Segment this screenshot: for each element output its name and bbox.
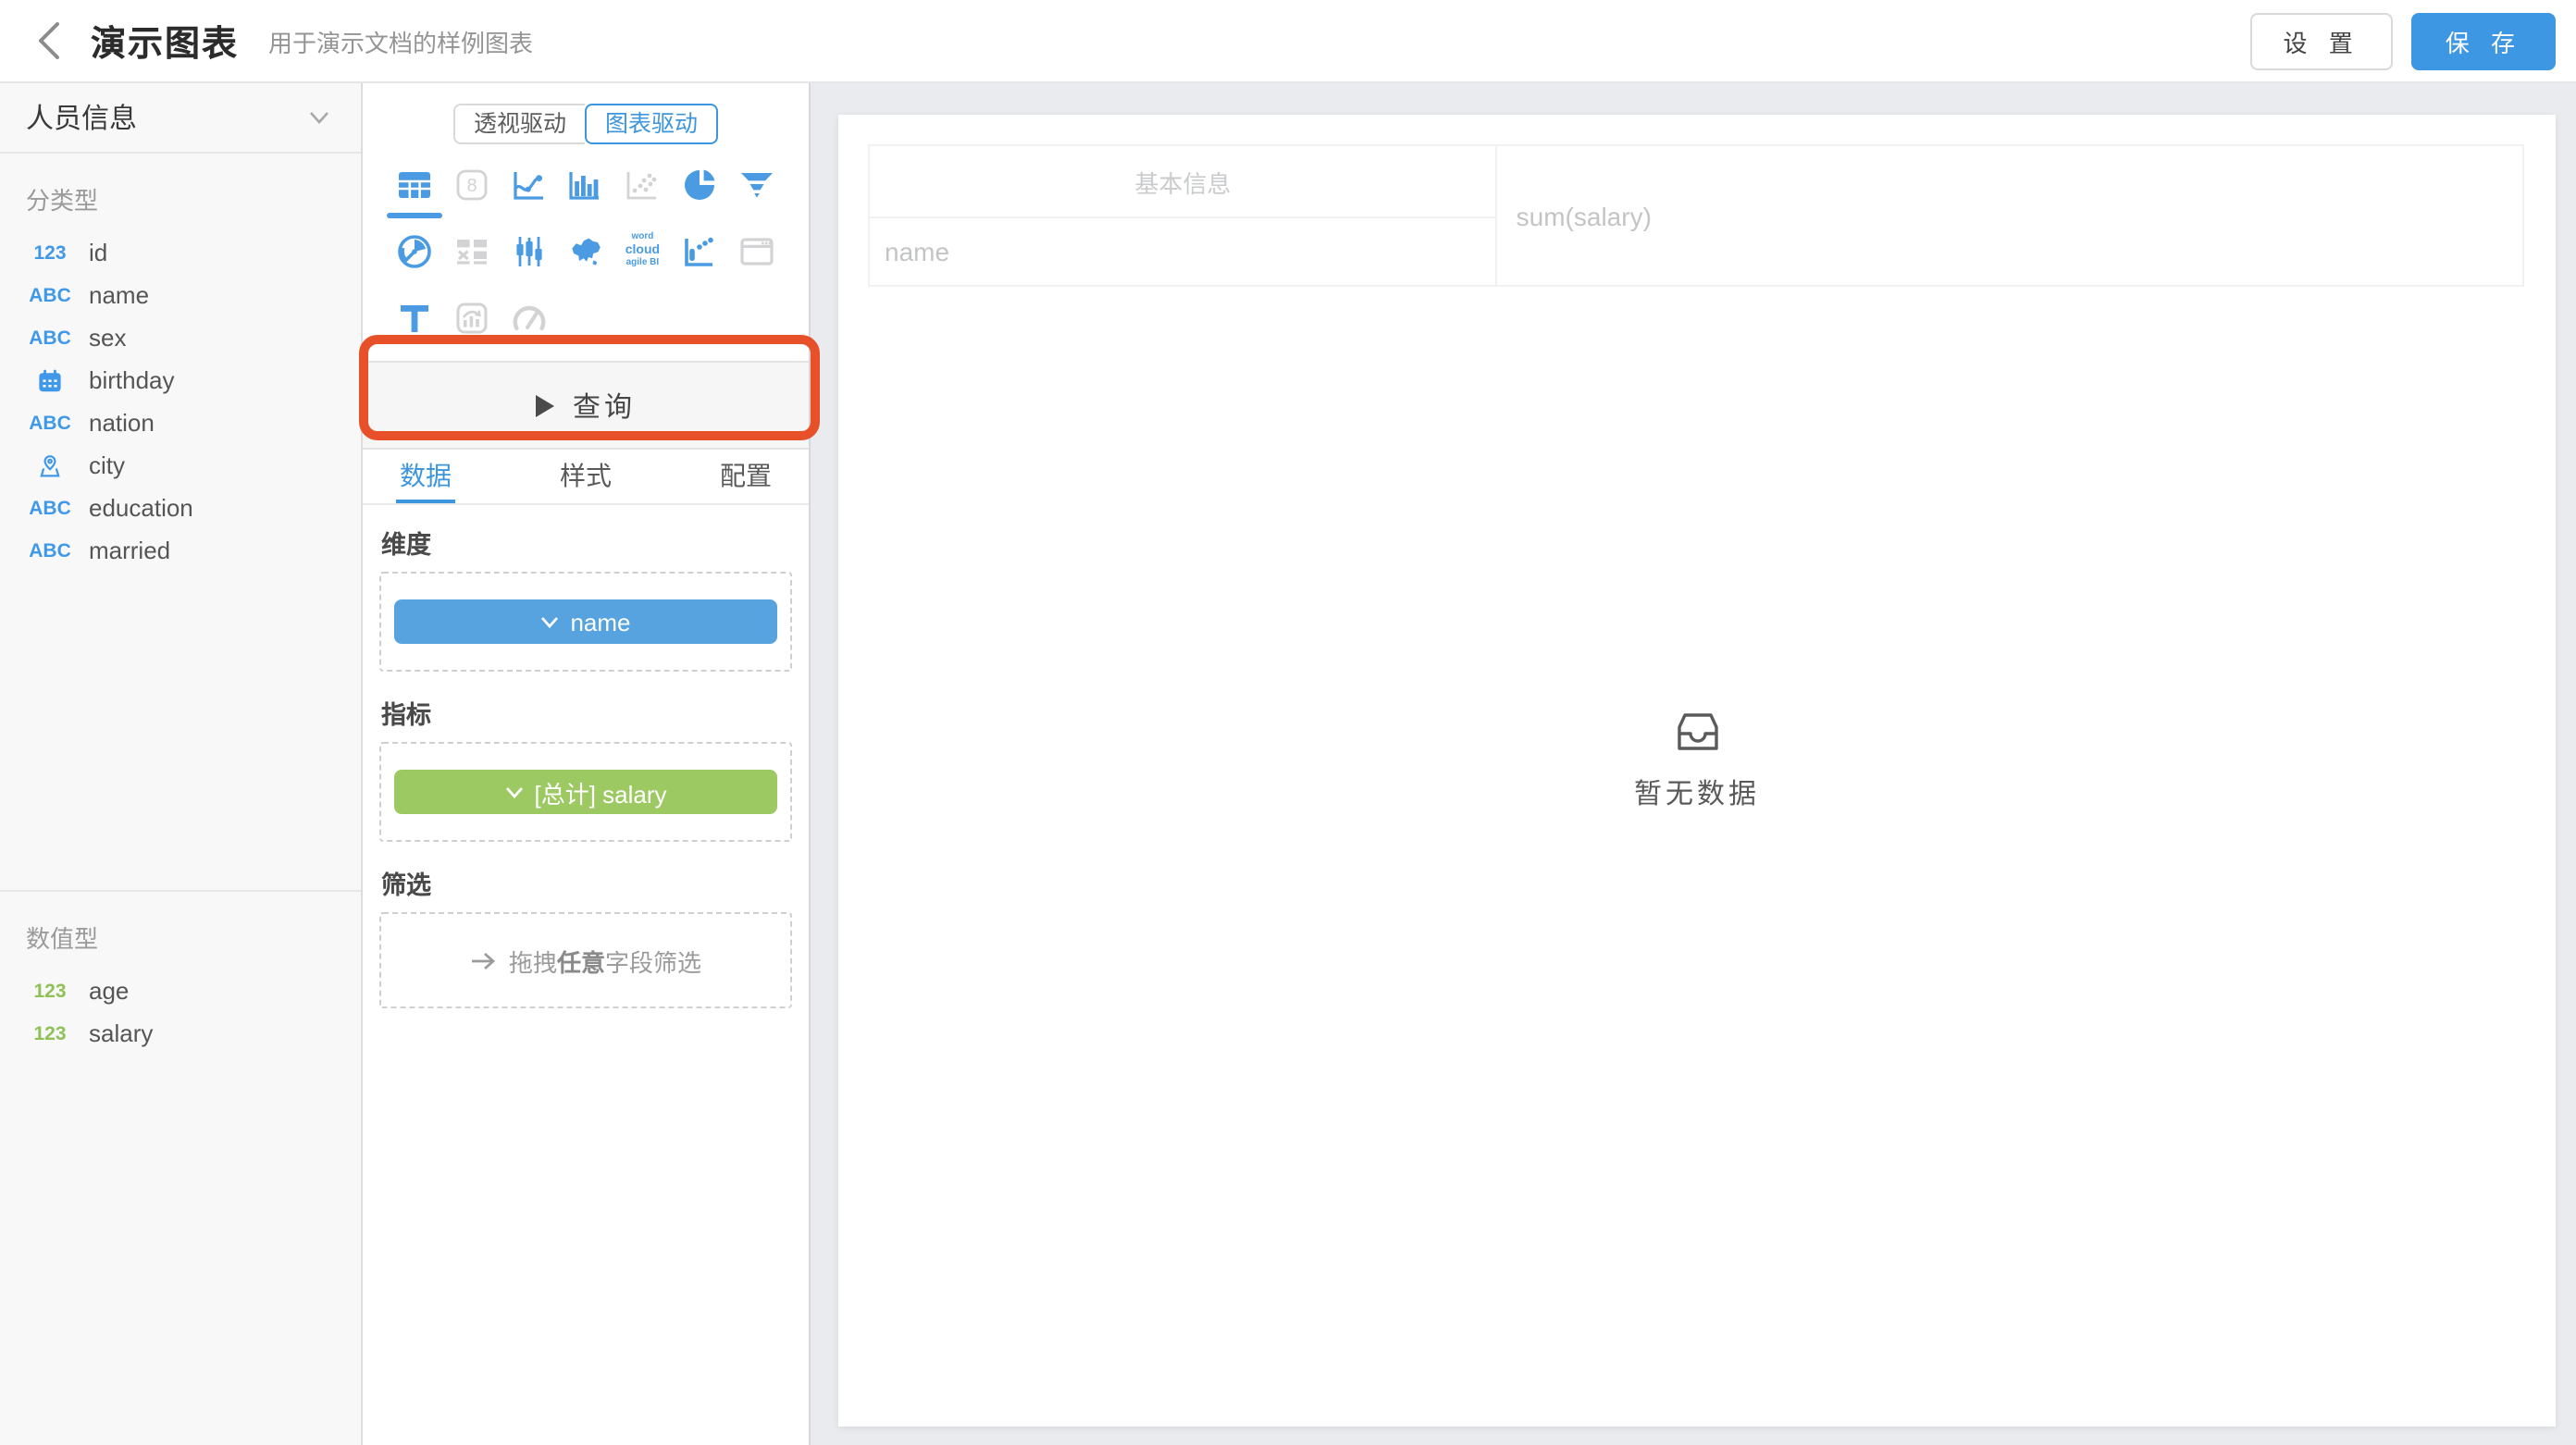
query-button[interactable]: 查询 <box>363 361 809 450</box>
section-label-categorical: 分类型 <box>26 181 361 216</box>
field-row-married[interactable]: ABC married <box>0 529 361 572</box>
page-title: 演示图表 <box>91 16 239 66</box>
play-icon <box>536 393 556 417</box>
canvas-area: 基本信息 name sum(salary) 暂无数据 <box>811 83 2576 1445</box>
chart-type-pie-icon[interactable] <box>681 167 718 204</box>
chart-type-rose-icon[interactable] <box>397 233 434 270</box>
metric-chip-salary[interactable]: [总计] salary <box>394 770 777 814</box>
tab-data[interactable]: 数据 <box>396 450 455 503</box>
metric-label: 指标 <box>381 694 792 731</box>
chart-type-custom-table-icon[interactable] <box>453 233 490 270</box>
app-header: 演示图表 用于演示文档的样例图表 设 置 保 存 <box>0 0 2576 83</box>
svg-text:8: 8 <box>467 176 477 196</box>
dimension-chip-name[interactable]: name <box>394 599 777 644</box>
chart-type-map-icon[interactable] <box>567 233 604 270</box>
number-field-icon: 123 <box>24 1022 76 1044</box>
data-tab-content: 维度 name 指标 [总计] salary 筛选 <box>363 505 809 1008</box>
mode-pivot-driven[interactable]: 透视驱动 <box>453 104 585 144</box>
text-field-icon: ABC <box>24 284 76 306</box>
table-value-header: sum(salary) <box>1498 146 2522 285</box>
text-field-icon: ABC <box>24 539 76 562</box>
mode-switch: 透视驱动 图表驱动 <box>363 104 809 144</box>
page-subtitle: 用于演示文档的样例图表 <box>268 23 533 58</box>
chart-type-line-icon[interactable] <box>511 167 548 204</box>
settings-button[interactable]: 设 置 <box>2250 12 2394 69</box>
field-row-salary[interactable]: 123 salary <box>0 1012 361 1055</box>
dimension-label: 维度 <box>381 524 792 561</box>
field-row-sex[interactable]: ABC sex <box>0 316 361 359</box>
save-button[interactable]: 保 存 <box>2412 12 2556 69</box>
chart-type-text-icon[interactable] <box>397 300 434 337</box>
dataset-panel: 人员信息 分类型 123 id ABC name ABC sex <box>0 83 363 1445</box>
empty-state-text: 暂无数据 <box>1634 773 1760 812</box>
field-row-id[interactable]: 123 id <box>0 231 361 274</box>
table-preview: 基本信息 name sum(salary) <box>868 144 2524 287</box>
numeric-section: 数值型 123 age 123 salary <box>0 890 361 1055</box>
builder-tabs: 数据 样式 配置 <box>363 450 809 505</box>
field-row-nation[interactable]: ABC nation <box>0 401 361 444</box>
chart-type-gauge-icon[interactable] <box>511 300 548 337</box>
chart-canvas-card: 基本信息 name sum(salary) 暂无数据 <box>838 115 2556 1426</box>
table-row-header: name <box>870 218 1498 285</box>
tab-style[interactable]: 样式 <box>556 450 615 503</box>
back-button[interactable] <box>28 17 68 65</box>
arrow-right-icon <box>470 950 496 970</box>
empty-box-icon <box>1674 710 1720 753</box>
chart-type-table-icon[interactable] <box>397 167 434 204</box>
number-field-icon: 123 <box>24 980 76 1002</box>
chart-type-funnel-icon[interactable] <box>737 167 774 204</box>
field-row-birthday[interactable]: birthday <box>0 359 361 401</box>
chevron-left-icon <box>36 20 60 61</box>
field-row-education[interactable]: ABC education <box>0 487 361 529</box>
field-row-name[interactable]: ABC name <box>0 274 361 316</box>
field-row-city[interactable]: city <box>0 444 361 487</box>
chevron-down-icon <box>540 615 559 628</box>
table-group-header: 基本信息 <box>870 146 1498 218</box>
chart-type-word-cloud-icon[interactable]: word cloud agile BI <box>624 233 661 270</box>
filter-dropzone[interactable]: 拖拽任意字段筛选 <box>379 912 792 1008</box>
dataset-selector[interactable]: 人员信息 <box>0 83 361 154</box>
text-field-icon: ABC <box>24 412 76 434</box>
dimension-dropzone[interactable]: name <box>379 572 792 672</box>
chart-type-web-frame-icon[interactable] <box>737 233 774 270</box>
mode-chart-driven[interactable]: 图表驱动 <box>585 104 718 144</box>
section-label-numeric: 数值型 <box>26 920 361 955</box>
tab-config[interactable]: 配置 <box>716 450 775 503</box>
chart-type-waterfall-icon[interactable] <box>681 233 718 270</box>
chart-type-scatter-icon[interactable] <box>624 167 661 204</box>
text-field-icon: ABC <box>24 327 76 349</box>
chart-type-combo-icon[interactable] <box>453 300 490 337</box>
calendar-icon <box>24 367 76 393</box>
metric-dropzone[interactable]: [总计] salary <box>379 742 792 842</box>
map-pin-icon <box>24 452 76 478</box>
chevron-down-icon <box>307 105 331 130</box>
filter-label: 筛选 <box>381 864 792 901</box>
dataset-title: 人员信息 <box>26 98 137 137</box>
chart-type-candlestick-icon[interactable] <box>511 233 548 270</box>
chart-type-number-card-icon[interactable]: 8 <box>453 167 490 204</box>
chart-type-grid: 8 <box>363 167 809 337</box>
text-field-icon: ABC <box>24 497 76 519</box>
chevron-down-icon <box>504 785 523 798</box>
number-field-icon: 123 <box>24 241 76 264</box>
empty-state: 暂无数据 <box>838 710 2556 812</box>
builder-panel: 透视驱动 图表驱动 8 <box>363 83 811 1445</box>
app-window: 演示图表 用于演示文档的样例图表 设 置 保 存 人员信息 分类型 123 id… <box>0 0 2576 1445</box>
field-row-age[interactable]: 123 age <box>0 970 361 1012</box>
chart-type-bar-icon[interactable] <box>567 167 604 204</box>
